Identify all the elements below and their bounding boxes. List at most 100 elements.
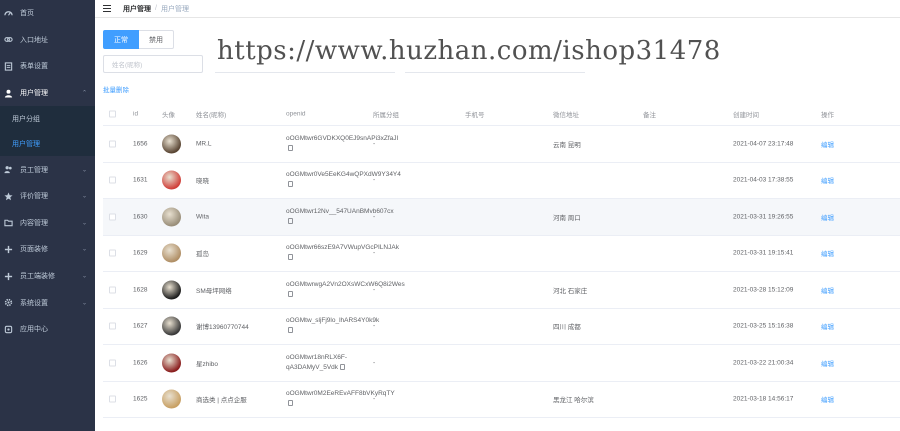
sidebar-item-settings[interactable]: 系统设置 ⌄: [0, 289, 95, 316]
sidebar-subitem-label: 用户分组: [12, 115, 40, 123]
edit-link[interactable]: 编辑: [821, 321, 834, 331]
cell-group: -: [373, 359, 376, 367]
cell-openid: oOGMtwr18nRLX6F-qA3DAMyV_5Vdk: [286, 353, 366, 373]
sidebar-subitem-user-manage[interactable]: 用户管理: [0, 131, 95, 157]
copy-icon[interactable]: [288, 400, 293, 407]
openid-text: oOGMtwrwgA2Vn2OXsWCxW6Q8i2Wes: [286, 280, 405, 288]
hamburger-icon[interactable]: [103, 5, 111, 12]
column-header: 操作: [821, 111, 834, 119]
breadcrumb-separator: /: [155, 5, 157, 12]
search-input[interactable]: 姓名(昵称): [103, 55, 203, 73]
sidebar-item-label: 用户管理: [20, 90, 48, 98]
table-row[interactable]: 1630 Wita - 河南 周口 2021-03-31 19:26:55 oOGMtwr…: [103, 199, 900, 236]
breadcrumb-parent[interactable]: 用户管理: [123, 4, 151, 14]
chevron-down-icon: ⌄: [81, 220, 87, 227]
table-row[interactable]: 1628 SM母坪网络 - 河北 石家庄 2021-03-28 15:12:09 oOGM…: [103, 272, 900, 309]
openid-text: oOGMtwr0Ve5EeKG4wQPXdW9Y34Y4: [286, 171, 401, 179]
table-row[interactable]: 1625 商选类 | 点点企服 - 黑龙江 哈尔滨 2021-03-18 14:56:1…: [103, 382, 900, 418]
sidebar-item-apps[interactable]: 应用中心: [0, 316, 95, 343]
cell-created: 2021-04-07 23:17:48: [733, 140, 794, 148]
column-header: 姓名(昵称): [196, 111, 227, 119]
row-checkbox[interactable]: [109, 286, 116, 294]
cell-created: 2021-03-28 15:12:09: [733, 286, 794, 294]
openid-text: oOGMtwr6GVDKXQ0EJ9snAPi3xZfaJI: [286, 134, 399, 142]
sidebar-item-label: 内容管理: [20, 219, 48, 227]
tab-normal[interactable]: 正常: [103, 30, 139, 49]
row-checkbox[interactable]: [109, 395, 116, 403]
copy-icon[interactable]: [288, 254, 293, 261]
sidebar-item-staff-design[interactable]: 员工端装修 ⌄: [0, 263, 95, 290]
copy-icon[interactable]: [340, 363, 346, 370]
cell-name: 商选类 | 点点企服: [196, 397, 247, 405]
openid-text: oOGMtwr18nRLX6F-qA3DAMyV_5Vdk: [286, 353, 348, 371]
sidebar-item-entry[interactable]: 入口地址: [0, 27, 95, 54]
plus-icon: [4, 245, 13, 254]
cell-created: 2021-03-18 14:56:17: [733, 395, 794, 403]
sidebar-item-users[interactable]: 用户管理 ⌃: [0, 79, 95, 107]
sidebar-item-page-design[interactable]: 页面装修 ⌄: [0, 236, 95, 263]
cell-id: 1631: [133, 176, 148, 184]
row-checkbox[interactable]: [109, 140, 116, 148]
copy-icon[interactable]: [288, 217, 293, 224]
sidebar-item-staff[interactable]: 员工管理 ⌄: [0, 156, 95, 183]
avatar: [162, 134, 181, 154]
cell-openid: oOGMtwr12Nv__547UAnBMvb607cx: [286, 207, 394, 227]
openid-text: oOGMtw_sljFj9lo_lhARS4Y0k9k: [286, 317, 380, 325]
cell-name: MR.L: [196, 140, 212, 148]
edit-link[interactable]: 编辑: [821, 248, 834, 258]
cell-openid: oOGMtwr0M2EeREvAFF8bVKyRqTY: [286, 389, 395, 409]
table-row[interactable]: 1629 孤岛 -2021-03-31 19:15:41 oOGMtwr66szE9A…: [103, 236, 900, 272]
gear-icon: [4, 298, 13, 307]
edit-link[interactable]: 编辑: [821, 139, 834, 149]
sidebar-subitem-user-groups[interactable]: 用户分组: [0, 106, 95, 131]
row-checkbox[interactable]: [109, 213, 116, 221]
edit-link[interactable]: 编辑: [821, 358, 834, 368]
edit-link[interactable]: 编辑: [821, 285, 834, 295]
copy-icon[interactable]: [288, 181, 293, 188]
row-checkbox[interactable]: [109, 176, 116, 184]
edit-link[interactable]: 编辑: [821, 212, 834, 222]
cell-name: 孤岛: [196, 251, 209, 259]
select-all-checkbox[interactable]: [109, 110, 116, 117]
chevron-down-icon: ⌄: [81, 300, 87, 307]
table-row[interactable]: 1656 MR.L - 云南 昆明 2021-04-07 23:17:48 oOGMtwr…: [103, 126, 900, 163]
avatar: [162, 207, 181, 227]
table-header: id 头像 姓名(昵称) openid 所属分组 手机号 微信地址 备注 创建时…: [103, 102, 900, 126]
row-checkbox[interactable]: [109, 359, 116, 367]
table-row[interactable]: 1626 星zhibo - 2021-03-22 21:00:34 oOGMtwr18n…: [103, 345, 900, 382]
breadcrumb-current: 用户管理: [160, 5, 189, 13]
sidebar-item-content[interactable]: 内容管理 ⌄: [0, 210, 95, 237]
cell-id: 1626: [133, 359, 148, 367]
cell-address: 四川 成都: [553, 324, 581, 332]
sidebar-item-reviews[interactable]: 评价管理 ⌄: [0, 183, 95, 210]
row-checkbox[interactable]: [109, 322, 116, 330]
row-checkbox[interactable]: [109, 249, 116, 257]
cell-created: 2021-03-31 19:15:41: [733, 249, 794, 257]
sidebar-submenu: 用户分组 用户管理: [0, 106, 95, 157]
cell-address: 云南 昆明: [553, 141, 581, 149]
batch-delete-button[interactable]: 批量删除: [103, 84, 129, 94]
table-row[interactable]: 1627 谢博13960770744- 四川 成都 2021-03-25 15:16:…: [103, 309, 900, 345]
sidebar-item-home[interactable]: 首页: [0, 0, 95, 27]
sidebar-subitem-label: 用户管理: [12, 140, 40, 148]
cell-id: 1629: [133, 249, 148, 257]
sidebar-item-label: 入口地址: [20, 36, 48, 44]
cell-created: 2021-03-25 15:16:38: [733, 322, 794, 330]
avatar: [162, 170, 181, 190]
copy-icon[interactable]: [288, 290, 293, 297]
team-icon: [4, 165, 13, 174]
chevron-down-icon: ⌄: [81, 273, 87, 280]
edit-link[interactable]: 编辑: [821, 394, 834, 404]
copy-icon[interactable]: [288, 327, 293, 334]
edit-link[interactable]: 编辑: [821, 175, 834, 185]
copy-icon[interactable]: [288, 144, 293, 151]
watermark-text: https://www.huzhan.com/ishop31478: [217, 36, 721, 66]
openid-text: oOGMtwr66szE9A7VWupVGcPILNJAk: [286, 244, 399, 252]
tab-disabled[interactable]: 禁用: [139, 30, 174, 49]
link-icon: [4, 35, 13, 44]
sidebar-item-form[interactable]: 表单设置: [0, 53, 95, 80]
table-row[interactable]: 1631 晓晓 -2021-04-03 17:38:55 oOGMtwr0Ve5EeK…: [103, 163, 900, 199]
filter-field-line[interactable]: [405, 66, 585, 73]
filter-field-line[interactable]: [215, 66, 395, 73]
sidebar-item-label: 表单设置: [20, 63, 48, 71]
